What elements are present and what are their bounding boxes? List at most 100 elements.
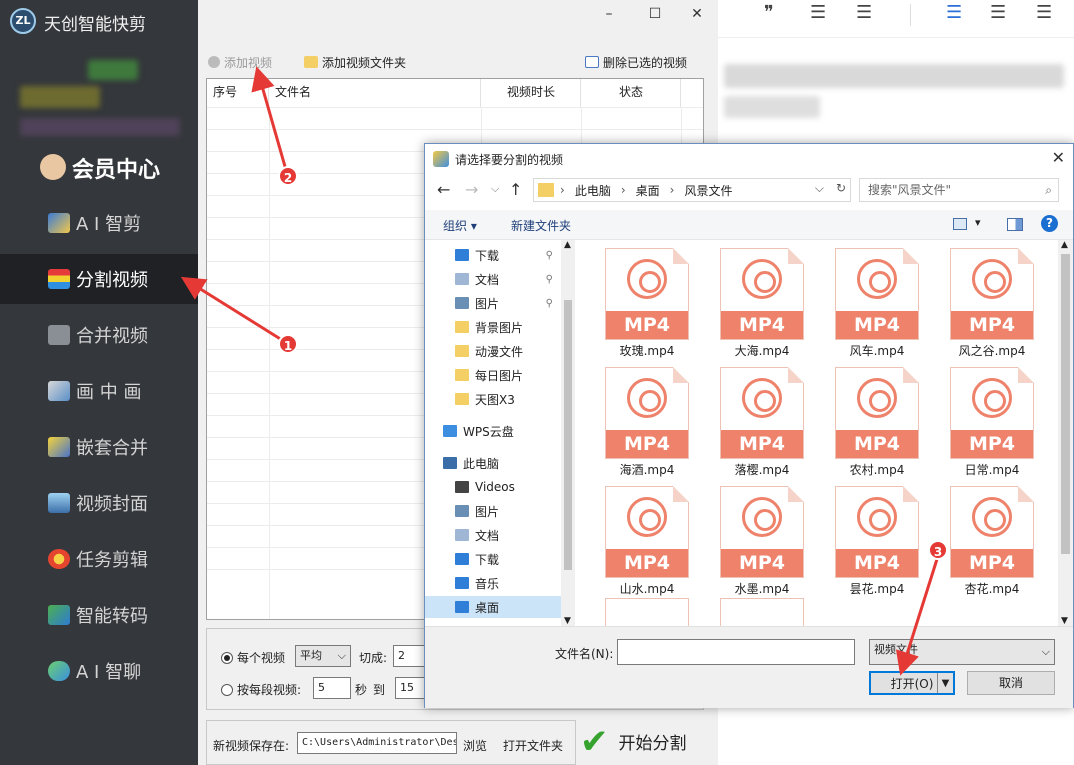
tree-item[interactable]: 背景图片 [425,316,561,338]
delete-selected-button[interactable]: 删除已选的视频 [585,50,687,74]
nav-ai-cut[interactable]: A I 智剪 [0,198,198,248]
help-icon[interactable]: ? [1041,215,1058,232]
file-item[interactable]: MP4 日常.mp4 [936,361,1036,479]
file-item[interactable]: MP4 海酒.mp4 [591,361,691,479]
file-item[interactable]: MP4 大海.mp4 [706,242,806,360]
tree-item[interactable]: 动漫文件 [425,340,561,362]
file-item[interactable]: MP4 风之谷.mp4 [936,242,1036,360]
quote-icon[interactable]: ❞ [764,2,774,23]
close-button[interactable]: ✕ [686,4,708,24]
open-folder-button[interactable]: 打开文件夹 [503,737,563,754]
tree-item[interactable]: 桌面 [425,596,561,618]
scroll-thumb[interactable] [564,300,572,570]
back-arrow-icon[interactable]: ← [437,180,450,199]
tree-item[interactable]: 音乐 [425,572,561,594]
nav-transcode[interactable]: 智能转码 [0,590,198,640]
segment-from-input[interactable]: 5 [313,677,351,699]
maximize-button[interactable]: ☐ [644,4,666,24]
file-item[interactable]: MP4 山水.mp4 [591,480,691,598]
minimize-button[interactable]: – [598,4,620,24]
new-folder-button[interactable]: 新建文件夹 [511,217,571,234]
filename-input[interactable] [617,639,855,665]
align-left-icon[interactable]: ☰ [946,2,962,23]
preview-pane-icon[interactable] [1007,218,1023,231]
file-item[interactable]: MP4 杏花.mp4 [936,480,1036,598]
start-split-button[interactable]: ✔ 开始分割 [576,718,704,765]
file-grid[interactable]: MP4 玫瑰.mp4 MP4 大海.mp4 MP4 风车.mp4 MP4 风之谷.mp4 MP4… [575,240,1058,626]
segment-to-input[interactable]: 15 [395,677,427,699]
filetype-select[interactable]: 视频文件 ⌵ [869,639,1055,665]
align-center-icon[interactable]: ☰ [990,2,1006,23]
table-row[interactable] [207,107,703,129]
tree-item[interactable]: 图片 [425,500,561,522]
col-header-index[interactable]: 序号 [207,79,269,107]
up-arrow-icon[interactable]: ↑ [509,180,522,199]
file-grid-scrollbar[interactable]: ▲ ▼ [1058,240,1073,626]
add-folder-button[interactable]: 添加视频文件夹 [304,50,406,74]
file-item[interactable]: MP4 落樱.mp4 [706,361,806,479]
file-item-partial[interactable] [605,598,689,626]
breadcrumb-item[interactable]: 风景文件 [684,182,732,199]
tree-item[interactable]: Videos [425,476,561,498]
file-item[interactable]: MP4 农村.mp4 [821,361,921,479]
cut-count-input[interactable]: 2 [393,645,425,667]
tree-item[interactable]: 此电脑 [425,452,561,474]
navigation-tree[interactable]: 下载 ⚲ 文档 ⚲ 图片 ⚲ 背景图片 动漫文件 每日图片 天图X3 WPS云盘此电脑 Videos 图… [425,240,575,626]
by-segment-radio[interactable]: 按每段视频: [221,681,301,698]
browse-button[interactable]: 浏览 [463,737,487,754]
address-bar[interactable]: › 此电脑 › 桌面 › 风景文件 ⌵ ↻ [533,178,851,202]
col-header-status[interactable]: 状态 [581,79,681,107]
open-button[interactable]: 打开(O) ▼ [869,671,955,695]
vip-icon [40,154,66,180]
nav-nest-merge[interactable]: 嵌套合并 [0,422,198,472]
scroll-down-icon[interactable]: ▼ [1061,616,1068,626]
file-item[interactable]: MP4 昙花.mp4 [821,480,921,598]
scroll-up-icon[interactable]: ▲ [1061,240,1068,250]
tree-item[interactable]: 下载 ⚲ [425,244,561,266]
file-item[interactable]: MP4 玫瑰.mp4 [591,242,691,360]
tree-item[interactable]: 天图X3 [425,388,561,410]
save-path-input[interactable]: C:\Users\Administrator\Des [297,732,457,754]
bullet-list-icon[interactable]: ☰ [856,2,872,23]
tree-item[interactable]: WPS云盘 [425,420,561,442]
tree-item[interactable]: 下载 [425,548,561,570]
tree-item[interactable]: 每日图片 [425,364,561,386]
address-dropdown-icon[interactable]: ⌵ [815,181,824,196]
file-item[interactable]: MP4 水墨.mp4 [706,480,806,598]
each-video-radio[interactable]: 每个视频 [221,649,285,666]
vip-center-link[interactable]: 会员中心 [72,152,160,184]
scroll-thumb[interactable] [1061,254,1070,554]
split-dropdown-icon[interactable]: ▼ [937,673,953,693]
scroll-down-icon[interactable]: ▼ [564,616,571,626]
scroll-up-icon[interactable]: ▲ [564,240,571,250]
view-icon[interactable] [953,218,967,230]
nav-pip[interactable]: 画 中 画 [0,366,198,416]
nav-video-cover[interactable]: 视频封面 [0,478,198,528]
breadcrumb-item[interactable]: 桌面 [636,182,660,199]
refresh-icon[interactable]: ↻ [836,181,846,195]
col-header-filename[interactable]: 文件名 [269,79,481,107]
tree-item[interactable]: 文档 [425,524,561,546]
cancel-button[interactable]: 取消 [967,671,1055,695]
split-mode-select[interactable]: 平均 ⌵ [295,645,351,667]
tree-scrollbar[interactable]: ▲ ▼ [561,240,575,626]
dialog-close-button[interactable]: ✕ [1052,148,1065,167]
breadcrumb-item[interactable]: 此电脑 [575,182,611,199]
search-input[interactable]: 搜索"风景文件" ⌕ [859,178,1059,202]
numbered-list-icon[interactable]: ☰ [810,2,826,23]
align-right-icon[interactable]: ☰ [1036,2,1052,23]
file-item[interactable]: MP4 风车.mp4 [821,242,921,360]
tree-item[interactable]: 图片 ⚲ [425,292,561,314]
recent-chevron-icon[interactable]: ⌵ [491,182,499,196]
file-item-partial[interactable] [720,598,804,626]
forward-arrow-icon[interactable]: → [465,180,478,199]
view-chevron-icon[interactable]: ▾ [975,216,981,229]
nav-split-video[interactable]: 分割视频 [0,254,198,304]
nav-task-edit[interactable]: 任务剪辑 [0,534,198,584]
tree-item[interactable]: 文档 ⚲ [425,268,561,290]
nav-merge-video[interactable]: 合并视频 [0,310,198,360]
col-header-duration[interactable]: 视频时长 [481,79,581,107]
organize-button[interactable]: 组织 ▾ [443,217,477,234]
add-video-button[interactable]: 添加视频 [208,50,272,74]
nav-ai-chat[interactable]: A I 智聊 [0,646,198,696]
